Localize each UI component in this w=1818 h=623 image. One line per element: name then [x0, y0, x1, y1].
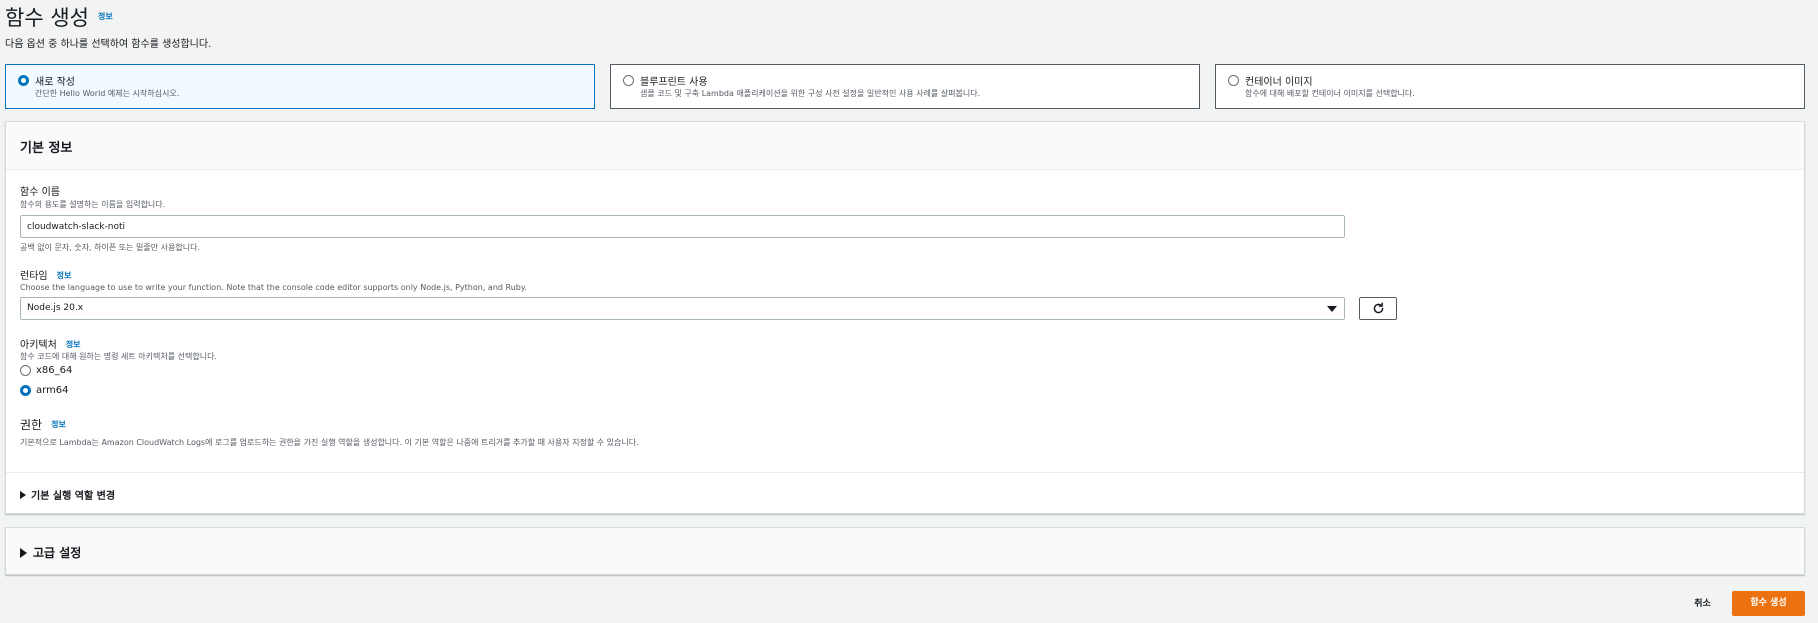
option-title: 새로 작성: [35, 77, 75, 88]
architecture-option-label: x86_64: [36, 365, 73, 376]
runtime-label: 런타임 정보: [20, 267, 71, 282]
permissions-info-link[interactable]: 정보: [51, 420, 66, 429]
caret-right-icon: [20, 547, 27, 558]
option-author-from-scratch[interactable]: 새로 작성 간단한 Hello World 예제는 시작하십시오.: [5, 64, 595, 109]
page-title: 함수 생성 정보: [5, 2, 113, 32]
cancel-button[interactable]: 취소: [1680, 593, 1725, 615]
architecture-option-label: arm64: [36, 385, 69, 396]
basic-info-title: 기본 정보: [20, 141, 73, 156]
runtime-label-text: 런타임: [20, 271, 48, 282]
create-function-button[interactable]: 함수 생성: [1732, 591, 1805, 616]
runtime-info-link[interactable]: 정보: [57, 271, 72, 280]
page-description: 다음 옵션 중 하나를 선택하여 함수를 생성합니다.: [5, 39, 212, 50]
radio-author-from-scratch[interactable]: [18, 75, 29, 86]
function-name-hint: 공백 없이 문자, 숫자, 하이픈 또는 밑줄만 사용합니다.: [20, 243, 200, 252]
runtime-select[interactable]: Node.js 20.x: [20, 297, 1345, 320]
architecture-option-arm64[interactable]: arm64: [20, 385, 69, 396]
architecture-info-link[interactable]: 정보: [66, 340, 81, 349]
option-title: 컨테이너 이미지: [1245, 77, 1313, 88]
caret-right-icon: [20, 490, 26, 499]
advanced-settings-expander[interactable]: 고급 설정: [20, 544, 81, 561]
architecture-option-x86[interactable]: x86_64: [20, 365, 72, 376]
function-name-input[interactable]: [20, 215, 1345, 238]
radio-arm64[interactable]: [20, 385, 31, 396]
caret-down-icon: [1327, 306, 1337, 312]
radio-container-image[interactable]: [1228, 75, 1239, 86]
basic-info-panel: 기본 정보 함수 이름 함수의 용도를 설명하는 이름을 입력합니다. 공백 없…: [5, 121, 1805, 514]
radio-x86[interactable]: [20, 365, 31, 376]
permissions-title: 권한 정보: [20, 416, 66, 433]
option-description: 함수에 대해 배포할 컨테이너 이미지를 선택합니다.: [1245, 89, 1415, 98]
runtime-description: Choose the language to use to write your…: [20, 283, 528, 292]
function-name-description: 함수의 용도를 설명하는 이름을 입력합니다.: [20, 200, 166, 209]
option-description: 간단한 Hello World 예제는 시작하십시오.: [35, 89, 180, 98]
option-title: 블루프린트 사용: [640, 77, 708, 88]
divider: [6, 472, 1804, 473]
permissions-description: 기본적으로 Lambda는 Amazon CloudWatch Logs에 로그…: [20, 438, 639, 447]
architecture-description: 함수 코드에 대해 원하는 명령 세트 아키텍처를 선택합니다.: [20, 352, 217, 361]
architecture-label: 아키텍처 정보: [20, 336, 81, 351]
basic-info-header: 기본 정보: [6, 122, 1804, 170]
refresh-icon: [1373, 302, 1383, 314]
option-use-blueprint[interactable]: 블루프린트 사용 샘플 코드 및 구축 Lambda 애플리케이션을 위한 구성…: [610, 64, 1200, 109]
function-name-label: 함수 이름: [20, 187, 60, 198]
option-description: 샘플 코드 및 구축 Lambda 애플리케이션을 위한 구성 사전 설정을 일…: [640, 89, 981, 98]
change-execution-role-label: 기본 실행 역할 변경: [31, 491, 116, 502]
page-title-text: 함수 생성: [5, 6, 89, 30]
change-execution-role-expander[interactable]: 기본 실행 역할 변경: [20, 487, 115, 502]
option-container-image[interactable]: 컨테이너 이미지 함수에 대해 배포할 컨테이너 이미지를 선택합니다.: [1215, 64, 1805, 109]
create-function-page: 함수 생성 정보 다음 옵션 중 하나를 선택하여 함수를 생성합니다. 새로 작…: [0, 0, 1818, 623]
refresh-runtimes-button[interactable]: [1359, 297, 1397, 320]
advanced-settings-panel: 고급 설정: [5, 527, 1805, 575]
title-info-link[interactable]: 정보: [98, 12, 113, 21]
architecture-label-text: 아키텍처: [20, 340, 57, 351]
runtime-selected-value: Node.js 20.x: [27, 303, 84, 313]
radio-use-blueprint[interactable]: [623, 75, 634, 86]
advanced-settings-label: 고급 설정: [33, 546, 82, 560]
permissions-title-text: 권한: [20, 418, 43, 432]
